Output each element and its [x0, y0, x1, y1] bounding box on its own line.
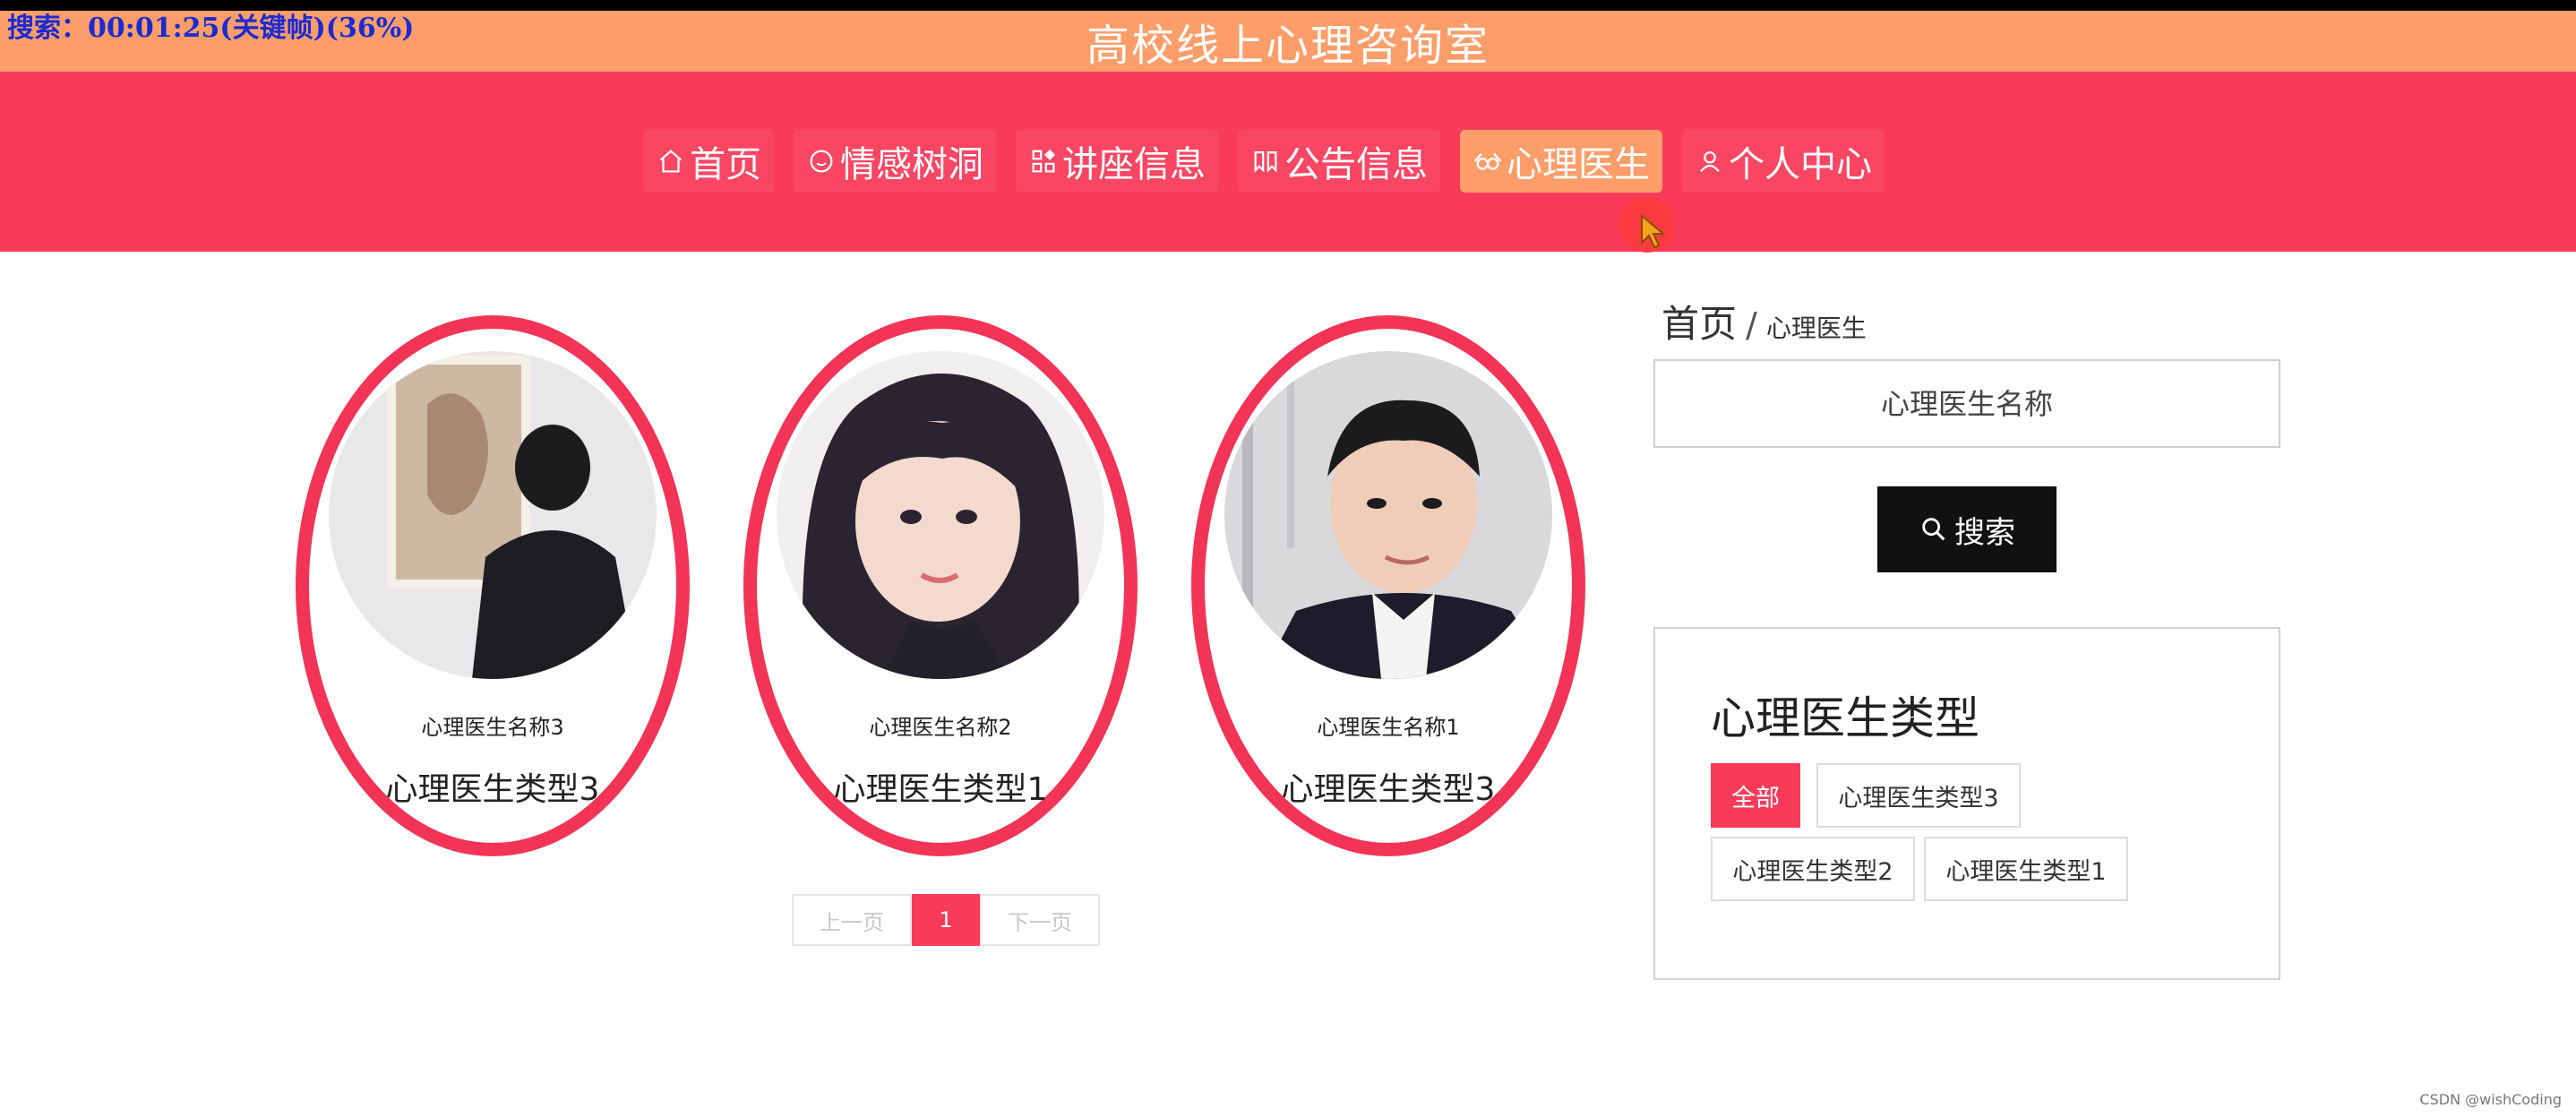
nav-item-label: 心理医生 [1507, 144, 1650, 185]
nav-item-emotion-treehole[interactable]: 情感树洞 [794, 130, 996, 193]
nav-item-label: 情感树洞 [840, 144, 983, 185]
main-navbar: 首页 情感树洞 讲座信息 公告信息 心理医生 个人中心 [0, 72, 2576, 252]
doctor-grid: 心理医生名称3 心理医生类型3 心理医生名称2 心理医生类型1 心理医生名称1 … [296, 315, 1594, 871]
type-tag-all[interactable]: 全部 [1711, 763, 1800, 828]
type-tag[interactable]: 心理医生类型1 [1924, 837, 2128, 901]
search-button-label: 搜索 [1954, 514, 2015, 551]
breadcrumb-home[interactable]: 首页 [1662, 294, 1737, 348]
breadcrumb: 首页 / 心理医生 [1662, 294, 1867, 348]
app-window: 高校线上心理咨询室 搜索：00:01:25(关键帧)(36%) 首页 情感树洞 … [0, 0, 2576, 1117]
nav-item-label: 首页 [690, 144, 761, 185]
nav-item-profile[interactable]: 个人中心 [1682, 130, 1885, 193]
nav-item-doctors[interactable]: 心理医生 [1460, 130, 1662, 193]
nav-item-home[interactable]: 首页 [643, 130, 774, 193]
search-icon [1922, 518, 1945, 541]
doctor-type-filter-panel: 心理医生类型 全部 心理医生类型3 心理医生类型2 心理医生类型1 [1653, 627, 2280, 980]
watermark: CSDN @wishCoding [2419, 1091, 2562, 1108]
breadcrumb-separator: / [1746, 305, 1757, 345]
prev-page-button[interactable]: 上一页 [792, 894, 912, 946]
bookmark-icon [1254, 150, 1277, 173]
search-button[interactable]: 搜索 [1877, 486, 2057, 572]
doctor-card[interactable]: 心理医生名称2 心理医生类型1 [743, 315, 1138, 856]
doctor-photo-image [329, 351, 657, 679]
nav-item-label: 个人中心 [1729, 144, 1872, 185]
doctor-card[interactable]: 心理医生名称1 心理医生类型3 [1191, 315, 1585, 856]
nav-item-label: 公告信息 [1284, 144, 1428, 185]
cursor-arrow-icon [1641, 213, 1666, 249]
smile-icon [810, 150, 833, 173]
reader-icon [1473, 152, 1502, 170]
doctor-name: 心理医生名称1 [1317, 715, 1460, 740]
next-page-button[interactable]: 下一页 [980, 894, 1100, 946]
site-title: 高校线上心理咨询室 [1086, 21, 1490, 71]
doctor-photo [1224, 351, 1552, 679]
doctor-name-search-input[interactable] [1653, 359, 2280, 448]
doctor-photo-image [1224, 351, 1552, 679]
doctor-name: 心理医生名称2 [869, 715, 1012, 740]
doctor-type: 心理医生类型3 [385, 771, 600, 808]
type-panel-title: 心理医生类型 [1711, 692, 1979, 744]
page-1-button[interactable]: 1 [912, 894, 980, 946]
nav-item-label: 讲座信息 [1062, 144, 1206, 185]
doctor-photo [777, 351, 1104, 679]
type-tag[interactable]: 心理医生类型3 [1816, 763, 2021, 828]
doctor-photo [329, 351, 657, 679]
doctor-photo-image [777, 351, 1104, 679]
type-tag[interactable]: 心理医生类型2 [1711, 837, 1915, 901]
nav-item-announcements[interactable]: 公告信息 [1238, 130, 1440, 193]
doctor-card[interactable]: 心理医生名称3 心理医生类型3 [296, 315, 690, 856]
nav-item-lectures[interactable]: 讲座信息 [1016, 130, 1218, 193]
nav-list: 首页 情感树洞 讲座信息 公告信息 心理医生 个人中心 [643, 130, 1885, 193]
home-icon [659, 150, 683, 173]
user-icon [1700, 150, 1720, 173]
pagination: 上一页 1 下一页 [792, 894, 1100, 946]
breadcrumb-current: 心理医生 [1765, 314, 1867, 343]
doctor-type: 心理医生类型1 [833, 771, 1048, 808]
grid-icon [1032, 149, 1056, 173]
doctor-type: 心理医生类型3 [1281, 771, 1496, 808]
doctor-name: 心理医生名称3 [421, 715, 564, 740]
recording-overlay: 搜索：00:01:25(关键帧)(36%) [7, 13, 415, 44]
